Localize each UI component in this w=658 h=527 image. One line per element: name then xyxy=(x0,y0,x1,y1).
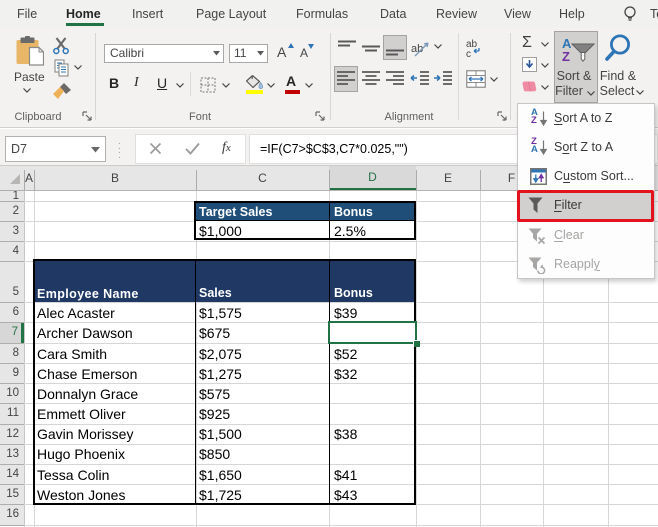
svg-text:c: c xyxy=(466,49,471,58)
